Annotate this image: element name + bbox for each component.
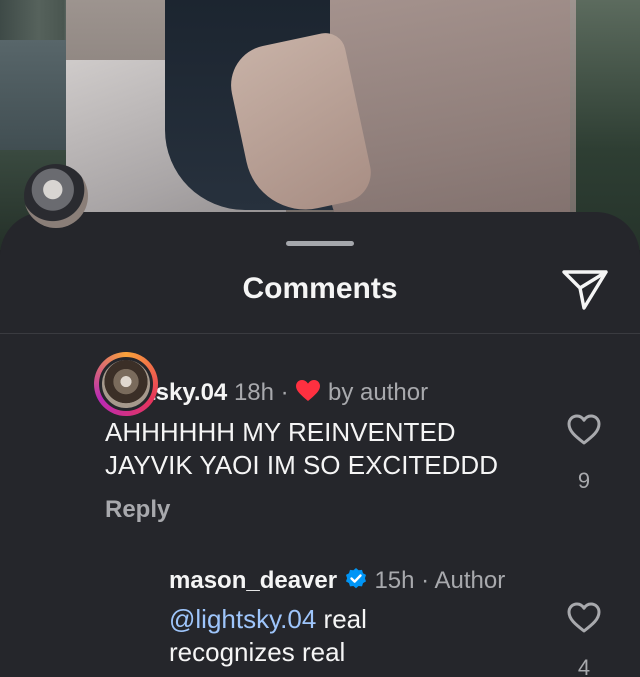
liked-by-author-label: by author bbox=[328, 379, 429, 406]
avatar[interactable] bbox=[99, 357, 153, 411]
header-divider bbox=[0, 333, 640, 334]
liked-by-author-heart-icon bbox=[296, 380, 321, 401]
send-icon bbox=[562, 270, 608, 310]
comment-username[interactable]: mason_deaver bbox=[169, 567, 337, 594]
sheet-title: Comments bbox=[242, 272, 398, 305]
meta-separator: · bbox=[421, 567, 430, 594]
share-button[interactable] bbox=[560, 266, 610, 312]
background-lake bbox=[0, 40, 66, 160]
like-button[interactable] bbox=[567, 414, 601, 446]
comment-meta: mason_deaver 15h · Author bbox=[169, 567, 505, 595]
meta-separator: · bbox=[280, 379, 289, 406]
heart-outline-icon bbox=[567, 602, 601, 633]
comment-text: @lightsky.04 real recognizes real bbox=[169, 603, 469, 669]
verified-badge-icon bbox=[345, 568, 366, 589]
like-count: 9 bbox=[577, 468, 591, 493]
author-badge: Author bbox=[434, 567, 506, 594]
comment-text: AHHHHHH MY REINVENTED JAYVIK YAOI IM SO … bbox=[105, 417, 498, 480]
sheet-drag-handle[interactable] bbox=[286, 241, 354, 246]
heart-outline-icon bbox=[567, 414, 601, 445]
like-count: 4 bbox=[577, 655, 591, 677]
user-mention-link[interactable]: @lightsky.04 bbox=[169, 604, 316, 634]
comment-time: 18h bbox=[233, 379, 274, 406]
reply-button[interactable]: Reply bbox=[105, 496, 170, 524]
like-button[interactable] bbox=[567, 602, 601, 634]
avatar[interactable] bbox=[24, 164, 88, 228]
comment-time: 15h bbox=[374, 567, 415, 594]
